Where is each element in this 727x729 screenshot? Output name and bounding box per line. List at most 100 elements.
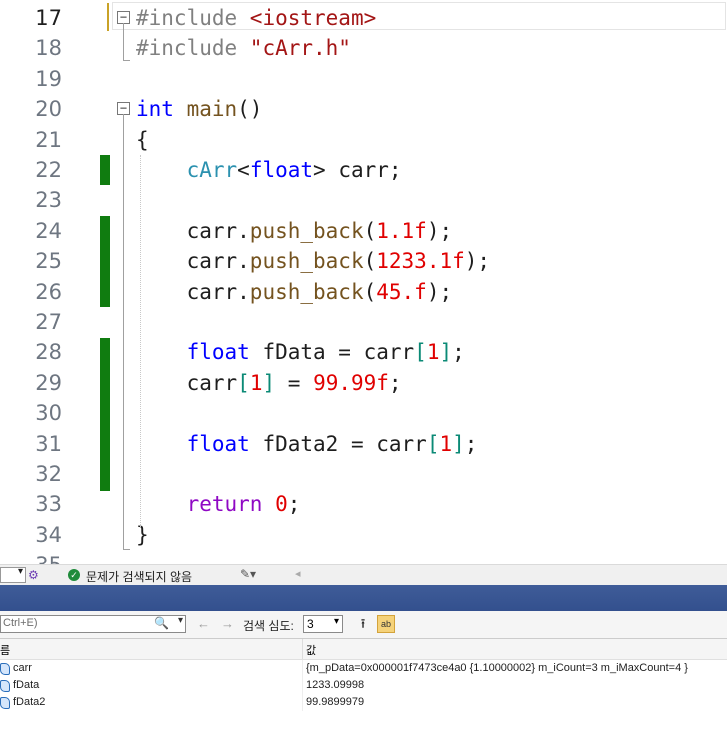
status-bar: ⚙ ✓ 문제가 검색되지 않음 ✎▾ ◂ (0, 564, 727, 585)
code-token: push_back (249, 249, 364, 274)
code-token: ); (426, 279, 453, 304)
watch-row[interactable]: carr {m_pData=0x000001f7473ce4a0 {1.10000… (0, 660, 727, 677)
code-token: { (136, 127, 149, 152)
code-token: > carr; (313, 158, 402, 182)
column-name-header[interactable]: 름 (0, 642, 10, 658)
code-token: #include (136, 36, 250, 61)
line-number: 33 (35, 492, 62, 517)
fold-end-includes (123, 60, 130, 61)
intellicode-icon[interactable]: ⚙ (28, 568, 39, 582)
line-number: 31 (35, 431, 62, 456)
code-token: ; (388, 370, 402, 395)
watch-name[interactable]: fData (13, 679, 39, 691)
code-token: main (173, 97, 238, 122)
code-token: [ (426, 431, 440, 456)
line-number: 29 (35, 370, 62, 395)
watch-panel-titlebar (0, 585, 727, 611)
code-token: () (237, 97, 263, 122)
code-token: carr. (136, 249, 250, 274)
watch-toolbar: Ctrl+E) 🔍 ▾ ← → 검색 심도: 3 ▾ ⭱ ab (0, 611, 727, 639)
code-text: carr[1] = 99.99f; (136, 368, 402, 398)
line-number: 18 (35, 36, 62, 61)
code-text: carr.push_back(1233.1f); (136, 246, 491, 276)
column-divider[interactable] (302, 639, 303, 659)
code-text: #include <iostream> (136, 3, 376, 33)
search-icon[interactable]: 🔍 (154, 616, 169, 630)
code-text: } (136, 520, 149, 550)
watch-grid-header: 름 값 (0, 639, 727, 660)
code-line[interactable]: 17 #include <iostream> (0, 3, 727, 33)
line-number: 28 (35, 340, 62, 365)
code-token: <iostream> (249, 6, 377, 30)
hex-display-icon[interactable]: ab (377, 615, 395, 633)
watch-value[interactable]: 1233.09998 (306, 679, 364, 691)
column-divider (302, 660, 303, 677)
code-line[interactable]: 33 return 0; (0, 489, 727, 519)
line-number: 25 (35, 249, 62, 274)
code-editor[interactable]: 17 #include <iostream> 18 #include "cArr.h"… (0, 0, 727, 564)
code-line[interactable]: 18 #include "cArr.h" (0, 33, 727, 63)
line-number: 22 (35, 158, 62, 182)
issues-status[interactable]: 문제가 검색되지 않음 (86, 568, 192, 585)
code-token: float (249, 158, 314, 182)
line-number: 27 (35, 310, 62, 334)
code-line[interactable]: 23 (0, 185, 727, 215)
code-line[interactable]: 19 (0, 64, 727, 94)
code-token: carr. (136, 218, 250, 243)
line-number: 35 (0, 550, 62, 564)
code-text: carr.push_back(45.f); (136, 277, 453, 307)
code-token: ; (464, 431, 478, 456)
watch-name[interactable]: carr (13, 662, 32, 674)
watch-search-box[interactable]: Ctrl+E) 🔍 ▾ (0, 615, 186, 633)
watch-value[interactable]: 99.9899979 (306, 696, 364, 708)
line-number: 19 (35, 66, 62, 91)
code-line[interactable]: 20 int main() (0, 94, 727, 124)
watch-value[interactable]: {m_pData=0x000001f7473ce4a0 {1.10000002}… (306, 662, 688, 674)
code-token: 1.1f (376, 218, 427, 243)
variable-icon (0, 663, 10, 675)
change-marker (100, 216, 110, 307)
watch-row[interactable]: fData2 99.9899979 (0, 694, 727, 711)
change-marker (100, 338, 110, 491)
watch-row[interactable]: fData 1233.09998 (0, 677, 727, 694)
code-token: 1 (249, 370, 263, 395)
code-line[interactable]: 34} (0, 520, 727, 550)
code-token: ] (262, 370, 276, 395)
column-value-header[interactable]: 값 (306, 642, 316, 658)
code-token: 99.99f (313, 370, 389, 395)
code-token: ( (363, 218, 377, 243)
pin-icon[interactable]: ⭱ (355, 616, 371, 632)
cleanup-brush-icon[interactable]: ✎▾ (240, 567, 256, 581)
code-token: ); (426, 218, 453, 243)
code-token: float (186, 431, 250, 456)
search-depth-select[interactable]: 3 ▾ (303, 615, 343, 633)
code-token: ; (287, 492, 301, 517)
code-line[interactable]: 21 { (0, 125, 727, 155)
search-previous-icon[interactable]: ← (197, 616, 210, 631)
code-text: #include "cArr.h" (136, 33, 351, 63)
no-issues-icon: ✓ (68, 569, 80, 581)
fold-end-main (123, 549, 130, 550)
line-number: 20 (35, 97, 62, 122)
column-divider (302, 694, 303, 711)
code-line[interactable]: 27 (0, 307, 727, 337)
code-token: ] (452, 431, 465, 456)
code-token: 1 (439, 431, 453, 456)
code-text: cArr<float> carr; (136, 155, 402, 185)
code-line[interactable]: 35 (0, 550, 727, 564)
search-next-icon[interactable]: → (221, 616, 234, 631)
code-token: ] (439, 340, 453, 365)
code-text: carr.push_back(1.1f); (136, 216, 453, 246)
code-token: ); (464, 249, 491, 274)
scroll-left-icon[interactable]: ◂ (295, 567, 301, 580)
line-number: 21 (35, 127, 62, 152)
watch-name[interactable]: fData2 (13, 696, 45, 708)
zoom-dropdown[interactable] (0, 566, 26, 583)
change-marker (100, 155, 110, 185)
line-number: 32 (35, 462, 62, 486)
indent-guide (140, 155, 141, 527)
chevron-down-icon[interactable]: ▾ (178, 615, 183, 626)
code-text: { (136, 125, 149, 155)
code-token: ( (363, 249, 377, 274)
